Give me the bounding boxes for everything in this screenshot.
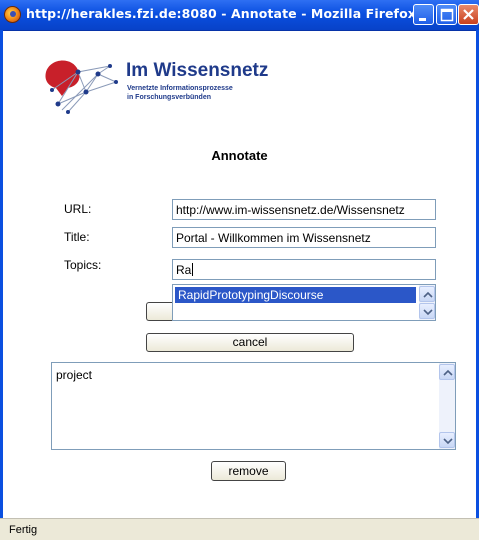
topics-input[interactable]: Ra	[172, 259, 436, 280]
topics-label: Topics:	[64, 258, 102, 272]
chevron-down-icon	[423, 309, 433, 316]
scroll-down-button[interactable]	[419, 303, 435, 319]
scroll-up-button[interactable]	[439, 364, 455, 380]
window-title: http://herakles.fzi.de:8080 - Annotate -…	[26, 6, 416, 21]
add-topic-button[interactable]	[146, 302, 173, 321]
status-bar: Fertig	[0, 518, 479, 540]
network-head-logo-icon	[45, 60, 118, 114]
status-text: Fertig	[9, 524, 38, 536]
topics-autocomplete-list[interactable]: RapidPrototypingDiscourse	[172, 284, 436, 321]
close-icon	[463, 9, 474, 20]
maximize-button[interactable]	[436, 4, 457, 25]
text-caret	[192, 263, 194, 276]
autocomplete-scrollbar[interactable]	[419, 285, 435, 320]
url-label: URL:	[64, 202, 92, 216]
topic-list-item[interactable]: project	[56, 368, 92, 382]
title-label: Title:	[64, 230, 90, 244]
logo-subtitle-line1: Vernetzte Informationsprozesse	[127, 85, 233, 92]
logo: Im Wissensnetz Vernetzte Informationspro…	[38, 52, 278, 114]
title-input[interactable]: Portal - Willkommen im Wissensnetz	[172, 227, 436, 248]
chevron-down-icon	[443, 438, 453, 445]
url-input[interactable]: http://www.im-wissensnetz.de/Wissensnetz	[172, 199, 436, 220]
chevron-up-icon	[423, 291, 433, 298]
firefox-icon	[4, 6, 21, 23]
cancel-button[interactable]: cancel	[146, 333, 354, 352]
topics-input-value: Ra	[176, 263, 192, 277]
minimize-icon	[419, 18, 426, 21]
autocomplete-item[interactable]: RapidPrototypingDiscourse	[175, 287, 416, 303]
logo-subtitle-line2: in Forschungsverbünden	[127, 94, 212, 101]
close-button[interactable]	[458, 4, 479, 25]
minimize-button[interactable]	[413, 4, 434, 25]
scroll-up-button[interactable]	[419, 286, 435, 302]
remove-button[interactable]: remove	[211, 461, 286, 481]
chevron-up-icon	[443, 369, 453, 376]
logo-title: Im Wissensnetz	[126, 60, 269, 81]
topics-listbox[interactable]: project	[51, 362, 456, 450]
window-frame-left	[0, 30, 3, 518]
maximize-icon	[440, 8, 454, 22]
listbox-scrollbar[interactable]	[439, 363, 455, 449]
scroll-down-button[interactable]	[439, 432, 455, 448]
page-title: Annotate	[211, 148, 268, 163]
window-titlebar[interactable]: http://herakles.fzi.de:8080 - Annotate -…	[0, 0, 479, 31]
